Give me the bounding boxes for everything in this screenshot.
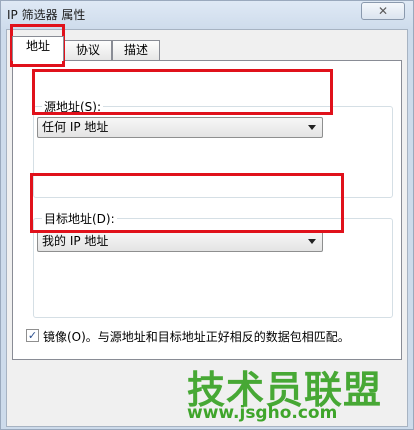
close-icon: ✕ — [377, 4, 389, 18]
tab-address[interactable]: 地址 — [12, 36, 64, 61]
watermark-url: www.jsgho.com — [187, 403, 338, 423]
tab-protocol[interactable]: 协议 — [64, 40, 112, 60]
checkmark-icon: ✓ — [27, 329, 38, 342]
window-title: IP 筛选器 属性 — [7, 8, 86, 22]
tab-protocol-label: 协议 — [75, 43, 100, 57]
chevron-down-icon — [308, 239, 316, 244]
tab-address-label: 地址 — [25, 39, 50, 53]
tab-description[interactable]: 描述 — [112, 40, 160, 60]
chevron-down-icon — [308, 125, 316, 130]
highlight-box-source — [32, 69, 333, 115]
mirror-checkbox[interactable]: ✓ — [26, 329, 39, 342]
mirror-checkbox-label[interactable]: 镜像(O)。与源地址和目标地址正好相反的数据包相匹配。 — [43, 328, 350, 345]
ip-filter-properties-window: IP 筛选器 属性 ✕ 地址 协议 描述 源地址(S): 任何 IP 地址 目标… — [0, 0, 414, 430]
tab-description-label: 描述 — [123, 43, 148, 57]
destination-address-select[interactable]: 我的 IP 地址 — [37, 231, 323, 252]
source-address-select[interactable]: 任何 IP 地址 — [37, 117, 323, 138]
highlight-box-destination — [30, 173, 344, 233]
close-button[interactable]: ✕ — [361, 2, 405, 20]
source-address-value: 任何 IP 地址 — [42, 120, 109, 134]
destination-address-value: 我的 IP 地址 — [42, 234, 109, 248]
